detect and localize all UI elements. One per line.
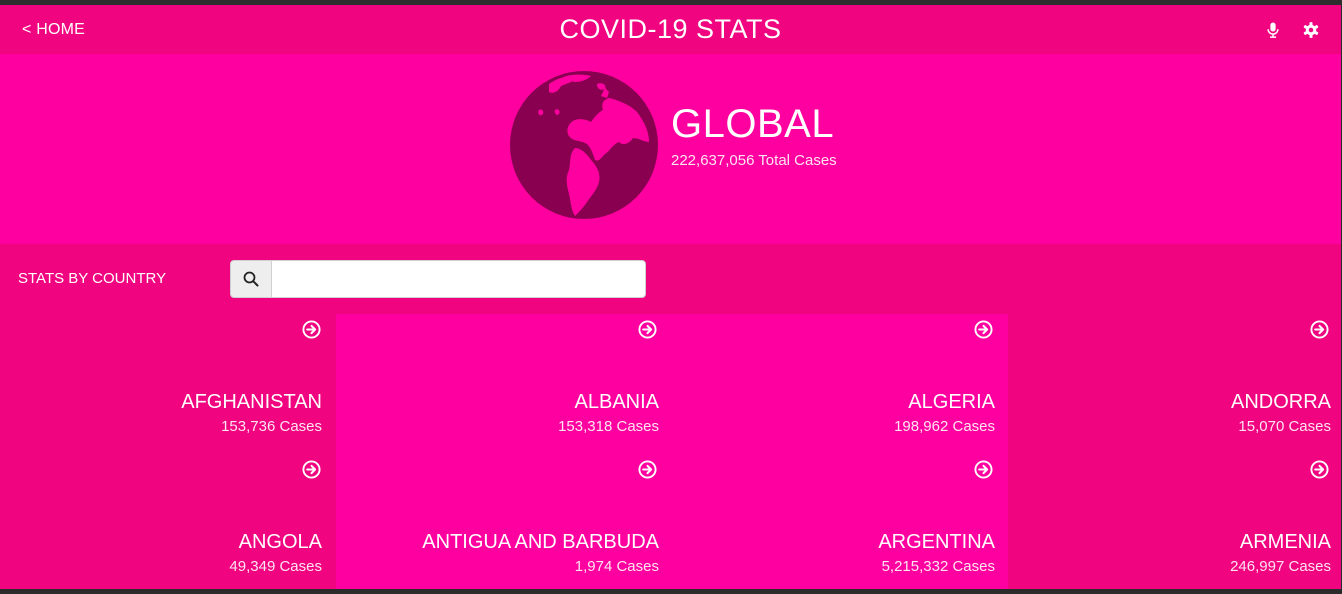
country-cases: 5,215,332 Cases <box>881 558 995 575</box>
microphone-icon[interactable] <box>1264 21 1282 39</box>
country-card[interactable]: AFGHANISTAN 153,736 Cases <box>0 314 336 454</box>
arrow-circle-right-icon[interactable] <box>302 460 321 479</box>
header-bar: < HOME COVID-19 STATS <box>0 5 1341 54</box>
global-summary: GLOBAL 222,637,056 Total Cases <box>0 54 1341 244</box>
search-button[interactable] <box>230 260 271 298</box>
country-card[interactable]: ANDORRA 15,070 Cases <box>1008 314 1341 454</box>
arrow-circle-right-icon[interactable] <box>974 460 993 479</box>
arrow-circle-right-icon[interactable] <box>302 320 321 339</box>
country-name: ALBANIA <box>574 391 659 413</box>
country-name: ALGERIA <box>908 391 995 413</box>
country-cases: 49,349 Cases <box>229 558 322 575</box>
arrow-circle-right-icon[interactable] <box>1310 320 1329 339</box>
window-bottom-strip <box>0 589 1342 594</box>
global-total-cases: 222,637,056 Total Cases <box>671 152 837 169</box>
search-input[interactable] <box>271 260 646 298</box>
global-title: GLOBAL <box>671 102 835 146</box>
country-name: ANGOLA <box>238 531 322 553</box>
arrow-circle-right-icon[interactable] <box>638 460 657 479</box>
country-name: ANTIGUA AND BARBUDA <box>422 531 659 553</box>
country-grid: AFGHANISTAN 153,736 Cases ALBANIA 153,31… <box>0 314 1341 592</box>
arrow-circle-right-icon[interactable] <box>638 320 657 339</box>
country-card[interactable]: ARMENIA 246,997 Cases <box>1008 454 1341 592</box>
country-cases: 198,962 Cases <box>894 418 995 435</box>
country-card[interactable]: ANTIGUA AND BARBUDA 1,974 Cases <box>336 454 672 592</box>
country-cases: 1,974 Cases <box>574 558 659 575</box>
country-name: ANDORRA <box>1230 391 1331 413</box>
arrow-circle-right-icon[interactable] <box>1310 460 1329 479</box>
country-card[interactable]: ARGENTINA 5,215,332 Cases <box>672 454 1008 592</box>
country-search-bar: STATS BY COUNTRY <box>0 244 1341 314</box>
search-icon <box>243 271 259 287</box>
country-card[interactable]: ALBANIA 153,318 Cases <box>336 314 672 454</box>
country-cases: 246,997 Cases <box>1230 558 1331 575</box>
arrow-circle-right-icon[interactable] <box>974 320 993 339</box>
country-name: ARMENIA <box>1239 531 1331 553</box>
globe-americas-icon <box>510 71 658 219</box>
country-cases: 15,070 Cases <box>1238 418 1331 435</box>
app: < HOME COVID-19 STATS GLOBAL 222,637,056… <box>0 5 1341 592</box>
stats-by-country-label: STATS BY COUNTRY <box>18 270 167 287</box>
country-cases: 153,318 Cases <box>558 418 659 435</box>
gear-icon[interactable] <box>1302 21 1320 39</box>
country-name: ARGENTINA <box>878 531 995 553</box>
country-cases: 153,736 Cases <box>221 418 322 435</box>
country-name: AFGHANISTAN <box>181 391 322 413</box>
country-card[interactable]: ANGOLA 49,349 Cases <box>0 454 336 592</box>
country-card[interactable]: ALGERIA 198,962 Cases <box>672 314 1008 454</box>
app-title: COVID-19 STATS <box>559 14 782 44</box>
